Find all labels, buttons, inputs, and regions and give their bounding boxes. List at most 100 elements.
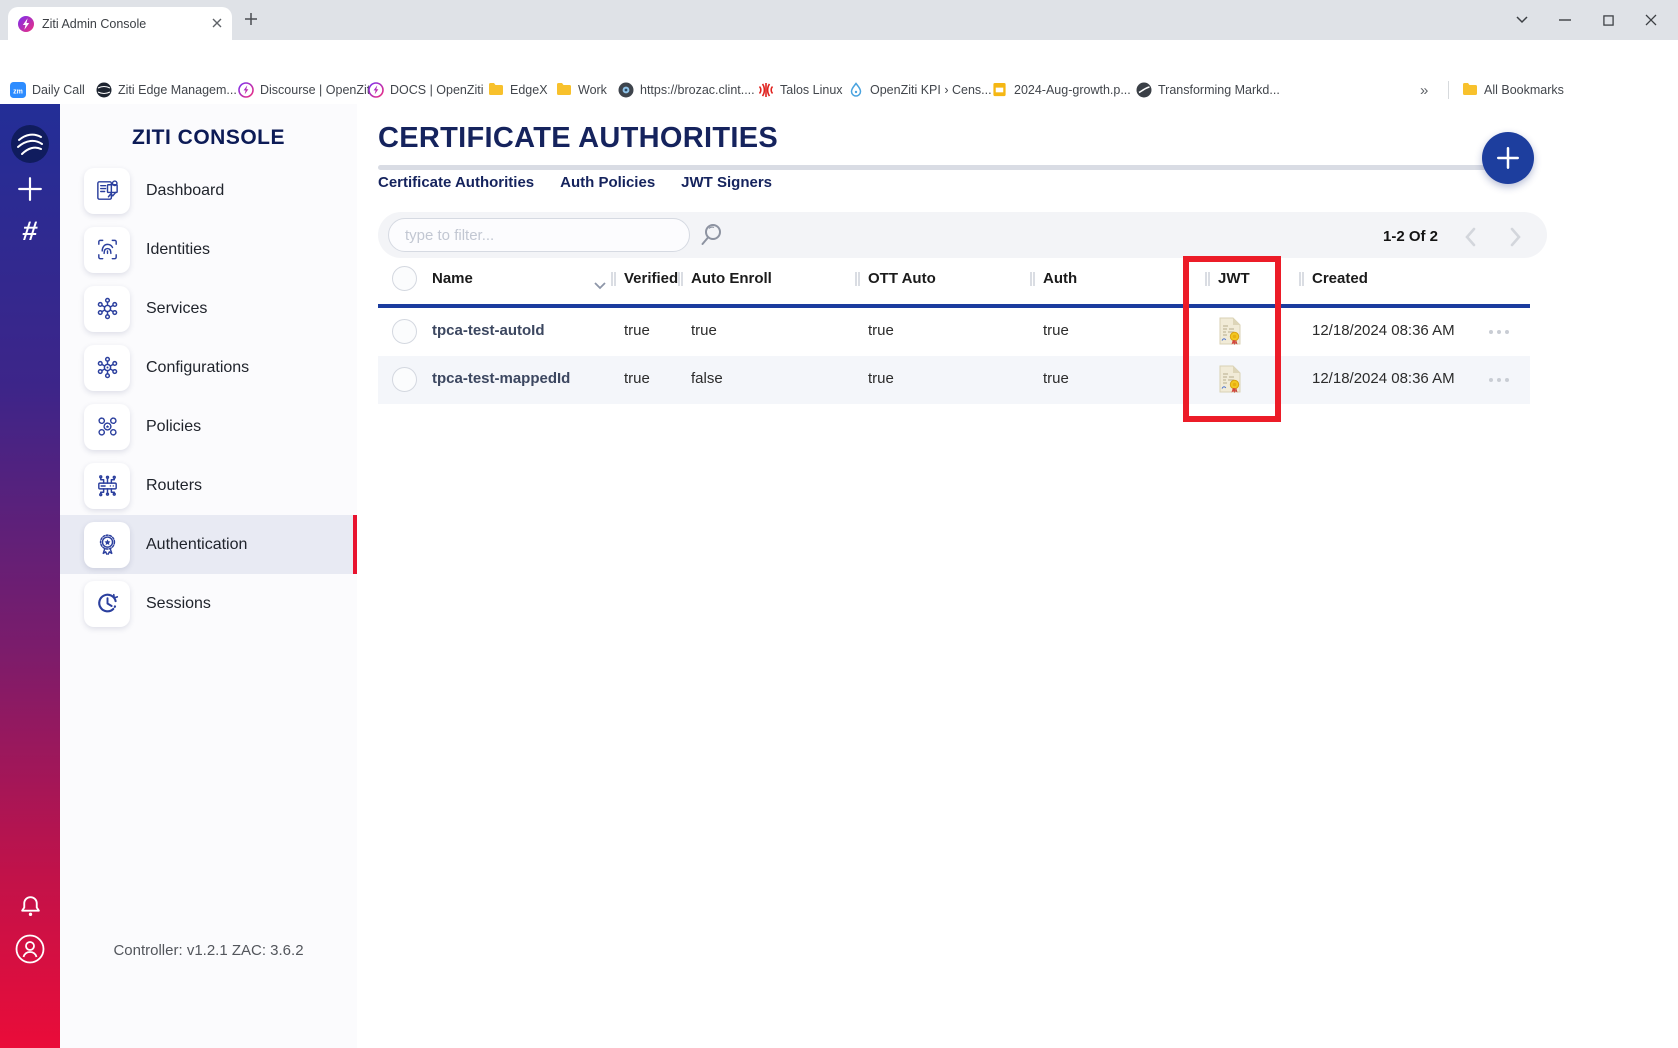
bookmarks-bar: zm Daily Call Ziti Edge Managem... Disco… bbox=[0, 76, 1678, 105]
left-rail: # bbox=[0, 104, 60, 1048]
column-separator bbox=[678, 272, 683, 286]
tab-certificate-authorities[interactable]: Certificate Authorities bbox=[378, 174, 534, 191]
folder-icon bbox=[488, 82, 504, 98]
sidebar-item-policies[interactable]: Policies bbox=[60, 397, 357, 456]
cell-name[interactable]: tpca-test-autoId bbox=[432, 322, 545, 339]
bookmark-docs-openziti[interactable]: DOCS | OpenZiti bbox=[368, 79, 484, 101]
zoom-icon: zm bbox=[10, 82, 26, 98]
cell-ott-auto: true bbox=[868, 370, 894, 387]
window-minimize-button[interactable] bbox=[1555, 10, 1575, 30]
cell-verified: true bbox=[624, 322, 650, 339]
sidebar-item-services[interactable]: Services bbox=[60, 279, 357, 338]
sidebar-item-sessions[interactable]: Sessions bbox=[60, 574, 357, 633]
column-header-created[interactable]: Created bbox=[1312, 270, 1368, 287]
bookmark-brozac[interactable]: https://brozac.clint.... bbox=[618, 79, 755, 101]
bookmark-transforming-markd[interactable]: Transforming Markd... bbox=[1136, 79, 1280, 101]
column-separator bbox=[855, 272, 860, 286]
bookmarks-divider bbox=[1448, 81, 1449, 99]
dashboard-icon bbox=[84, 168, 130, 214]
clock-icon bbox=[84, 581, 130, 627]
select-all-checkbox[interactable] bbox=[392, 266, 417, 291]
sidebar-item-configurations[interactable]: Configurations bbox=[60, 338, 357, 397]
sidebar-item-authentication[interactable]: Authentication bbox=[60, 515, 357, 574]
row-actions-icon[interactable] bbox=[1489, 330, 1509, 334]
pagination-label: 1-2 Of 2 bbox=[1383, 228, 1438, 245]
router-icon bbox=[84, 463, 130, 509]
all-bookmarks-button[interactable]: All Bookmarks bbox=[1462, 79, 1564, 101]
sidebar-item-routers[interactable]: Routers bbox=[60, 456, 357, 515]
cell-created: 12/18/2024 08:36 AM bbox=[1312, 322, 1455, 339]
sort-chevron-icon[interactable] bbox=[594, 277, 606, 295]
column-separator bbox=[1030, 272, 1035, 286]
tab-strip: Ziti Admin Console bbox=[0, 0, 1678, 40]
fingerprint-icon bbox=[84, 227, 130, 273]
talos-icon bbox=[758, 82, 774, 98]
network-hub-icon bbox=[84, 286, 130, 332]
svg-text:zm: zm bbox=[13, 88, 23, 95]
tab-auth-policies[interactable]: Auth Policies bbox=[560, 174, 655, 191]
notifications-bell-icon[interactable] bbox=[0, 894, 60, 919]
page-next-icon[interactable] bbox=[1503, 224, 1529, 250]
window-close-button[interactable] bbox=[1641, 10, 1661, 30]
slides-icon bbox=[992, 82, 1008, 98]
search-icon[interactable] bbox=[697, 221, 725, 254]
browser-toolbar: https://ctrl.cdaws.clint.demo.openziti.o… bbox=[0, 40, 1678, 76]
cell-auth: true bbox=[1043, 370, 1069, 387]
console-title: ZITI CONSOLE bbox=[60, 126, 357, 150]
bookmarks-overflow-chevron[interactable]: » bbox=[1420, 79, 1428, 101]
column-separator bbox=[1299, 272, 1304, 286]
zac-app: # ZITI CONSOLE Dashboard Identities bbox=[0, 104, 1678, 1048]
openziti-bolt-icon bbox=[368, 82, 384, 98]
row-actions-icon[interactable] bbox=[1489, 378, 1509, 382]
folder-icon bbox=[1462, 82, 1478, 98]
page-previous-icon[interactable] bbox=[1457, 224, 1483, 250]
folder-icon bbox=[556, 82, 572, 98]
sidebar-item-identities[interactable]: Identities bbox=[60, 220, 357, 279]
tab-close-icon[interactable] bbox=[212, 15, 222, 33]
column-header-auto-enroll[interactable]: Auto Enroll bbox=[691, 270, 772, 287]
column-header-name[interactable]: Name bbox=[432, 270, 473, 287]
bookmark-edgex[interactable]: EdgeX bbox=[488, 79, 548, 101]
bookmark-discourse[interactable]: Discourse | OpenZiti bbox=[238, 79, 373, 101]
hash-icon[interactable]: # bbox=[0, 216, 62, 247]
add-certificate-authority-button[interactable] bbox=[1482, 132, 1534, 184]
cell-ott-auto: true bbox=[868, 322, 894, 339]
openziti-bolt-icon bbox=[238, 82, 254, 98]
cell-auto-enroll: false bbox=[691, 370, 723, 387]
page-title: CERTIFICATE AUTHORITIES bbox=[378, 122, 778, 155]
ziti-logo-icon[interactable] bbox=[0, 124, 60, 164]
cell-name[interactable]: tpca-test-mappedId bbox=[432, 370, 570, 387]
tab-jwt-signers[interactable]: JWT Signers bbox=[681, 174, 772, 191]
gears-icon bbox=[84, 404, 130, 450]
bookmark-openziti-kpi[interactable]: OpenZiti KPI › Cens... bbox=[848, 79, 992, 101]
bookmark-daily-call[interactable]: zm Daily Call bbox=[10, 79, 85, 101]
bookmark-ziti-edge[interactable]: Ziti Edge Managem... bbox=[96, 79, 237, 101]
window-maximize-button[interactable] bbox=[1598, 10, 1618, 30]
column-header-auth[interactable]: Auth bbox=[1043, 270, 1077, 287]
tab-search-icon[interactable] bbox=[1512, 10, 1532, 30]
column-header-ott-auto[interactable]: OTT Auto bbox=[868, 270, 936, 287]
network-gear-icon bbox=[84, 345, 130, 391]
droplet-icon bbox=[848, 82, 864, 98]
cell-auto-enroll: true bbox=[691, 322, 717, 339]
main-content: CERTIFICATE AUTHORITIES Certificate Auth… bbox=[357, 104, 1678, 1048]
row-checkbox[interactable] bbox=[392, 367, 417, 392]
add-icon[interactable] bbox=[0, 176, 60, 202]
version-footer: Controller: v1.2.1 ZAC: 3.6.2 bbox=[60, 942, 357, 959]
cell-verified: true bbox=[624, 370, 650, 387]
table-row[interactable]: tpca-test-autoId true true true true 12/… bbox=[378, 308, 1530, 356]
browser-tab[interactable]: Ziti Admin Console bbox=[8, 7, 232, 40]
tab-title: Ziti Admin Console bbox=[42, 17, 204, 31]
bookmark-2024-aug-growth[interactable]: 2024-Aug-growth.p... bbox=[992, 79, 1131, 101]
filter-input[interactable] bbox=[388, 218, 690, 252]
openziti-favicon bbox=[18, 16, 34, 32]
new-tab-button[interactable] bbox=[244, 12, 258, 31]
bookmark-work[interactable]: Work bbox=[556, 79, 607, 101]
bookmark-talos[interactable]: Talos Linux bbox=[758, 79, 843, 101]
table-row[interactable]: tpca-test-mappedId true false true true … bbox=[378, 356, 1530, 404]
sidebar-item-dashboard[interactable]: Dashboard bbox=[60, 161, 357, 220]
cell-created: 12/18/2024 08:36 AM bbox=[1312, 370, 1455, 387]
account-icon[interactable] bbox=[0, 934, 60, 964]
column-header-verified[interactable]: Verified bbox=[624, 270, 678, 287]
row-checkbox[interactable] bbox=[392, 319, 417, 344]
